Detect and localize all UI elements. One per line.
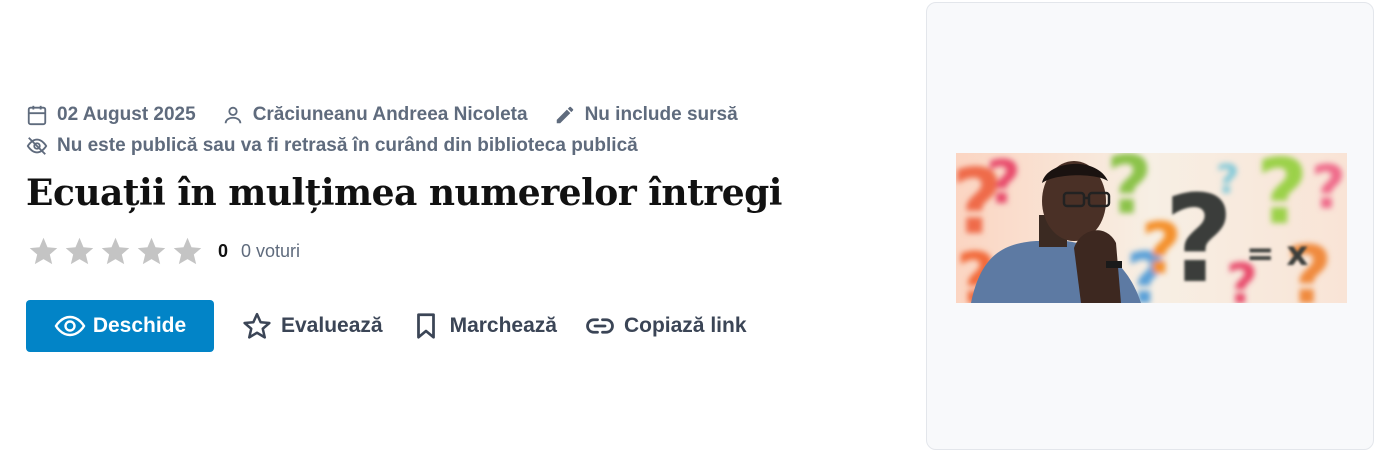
meta-source: Nu include sursă	[554, 104, 738, 126]
copy-link-button-label: Copiază link	[623, 314, 747, 337]
star-outline-icon	[243, 312, 271, 339]
meta-author: Crăciuneanu Andreea Nicoleta	[222, 104, 528, 126]
svg-text:?: ?	[1311, 153, 1346, 223]
rating: 0 0 voturi	[27, 235, 300, 268]
link-icon	[586, 318, 614, 334]
cover-illustration: ? ? ? ? ? ? ? ? ? ? ? ? = x	[956, 153, 1347, 303]
open-button[interactable]: Deschide	[26, 300, 214, 352]
bookmark-button-label: Marchează	[449, 314, 557, 337]
visibility-status: Nu este publică sau va fi retrasă în cur…	[57, 135, 638, 156]
svg-text:?: ?	[1164, 171, 1234, 303]
action-bar: Deschide Evaluează Marchează Copiază lin…	[26, 300, 747, 352]
cover-card: ? ? ? ? ? ? ? ? ? ? ? ? = x	[926, 2, 1374, 450]
visibility-row: Nu este publică sau va fi retrasă în cur…	[26, 135, 664, 157]
page-title: Ecuații în mulțimea numerelor întregi	[26, 172, 782, 214]
author-name[interactable]: Crăciuneanu Andreea Nicoleta	[253, 104, 528, 126]
eye-icon	[54, 315, 86, 337]
rate-button[interactable]: Evaluează	[242, 311, 383, 341]
star-icon[interactable]	[135, 235, 168, 268]
star-icon[interactable]	[99, 235, 132, 268]
meta-row: 02 August 2025 Crăciuneanu Andreea Nicol…	[26, 104, 764, 126]
cover-image[interactable]: ? ? ? ? ? ? ? ? ? ? ? ? = x	[956, 153, 1347, 303]
pencil-icon	[556, 106, 573, 124]
bookmark-icon	[416, 313, 435, 339]
star-icon[interactable]	[27, 235, 60, 268]
source-status: Nu include sursă	[584, 104, 738, 125]
open-button-label: Deschide	[92, 314, 187, 337]
star-icon[interactable]	[171, 235, 204, 268]
rating-value: 0	[218, 241, 229, 261]
rate-button-label: Evaluează	[281, 314, 383, 337]
rating-votes: 0 voturi	[241, 241, 301, 261]
user-icon	[224, 106, 241, 124]
cover-math-text: = x	[1246, 234, 1308, 274]
publish-date: 02 August 2025	[57, 104, 196, 125]
star-icon[interactable]	[63, 235, 96, 268]
eye-off-icon	[26, 137, 48, 155]
calendar-icon	[27, 105, 47, 126]
svg-text:?: ?	[986, 153, 1021, 218]
meta-visibility: Nu este publică sau va fi retrasă în cur…	[26, 135, 638, 157]
copy-link-button[interactable]: Copiază link	[585, 311, 747, 341]
meta-date: 02 August 2025	[26, 104, 196, 126]
bookmark-button[interactable]: Marchează	[411, 311, 557, 341]
